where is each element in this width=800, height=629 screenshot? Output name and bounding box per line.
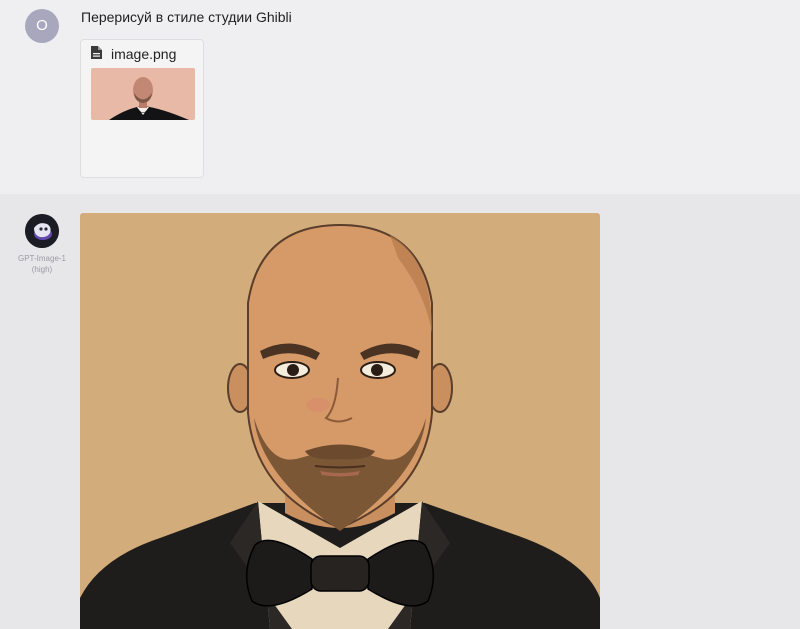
bot-avatar[interactable] <box>25 214 59 248</box>
bot-model-mode: (high) <box>31 265 53 274</box>
file-icon <box>91 46 102 59</box>
bot-name-label: GPT-Image-1 (high) <box>8 253 76 275</box>
bot-model-name: GPT-Image-1 <box>17 254 66 263</box>
attachment-file-name: image.png <box>111 46 177 62</box>
user-avatar[interactable]: O <box>25 9 59 43</box>
user-message: O Перерисуй в стиле студии Ghibli image.… <box>0 0 800 194</box>
attachment-thumbnail[interactable] <box>91 68 195 120</box>
attachment-card[interactable]: image.png <box>80 39 204 178</box>
user-message-text: Перерисуй в стиле студии Ghibli <box>81 9 292 25</box>
generated-image[interactable] <box>80 213 600 629</box>
bot-avatar-icon <box>25 214 59 248</box>
